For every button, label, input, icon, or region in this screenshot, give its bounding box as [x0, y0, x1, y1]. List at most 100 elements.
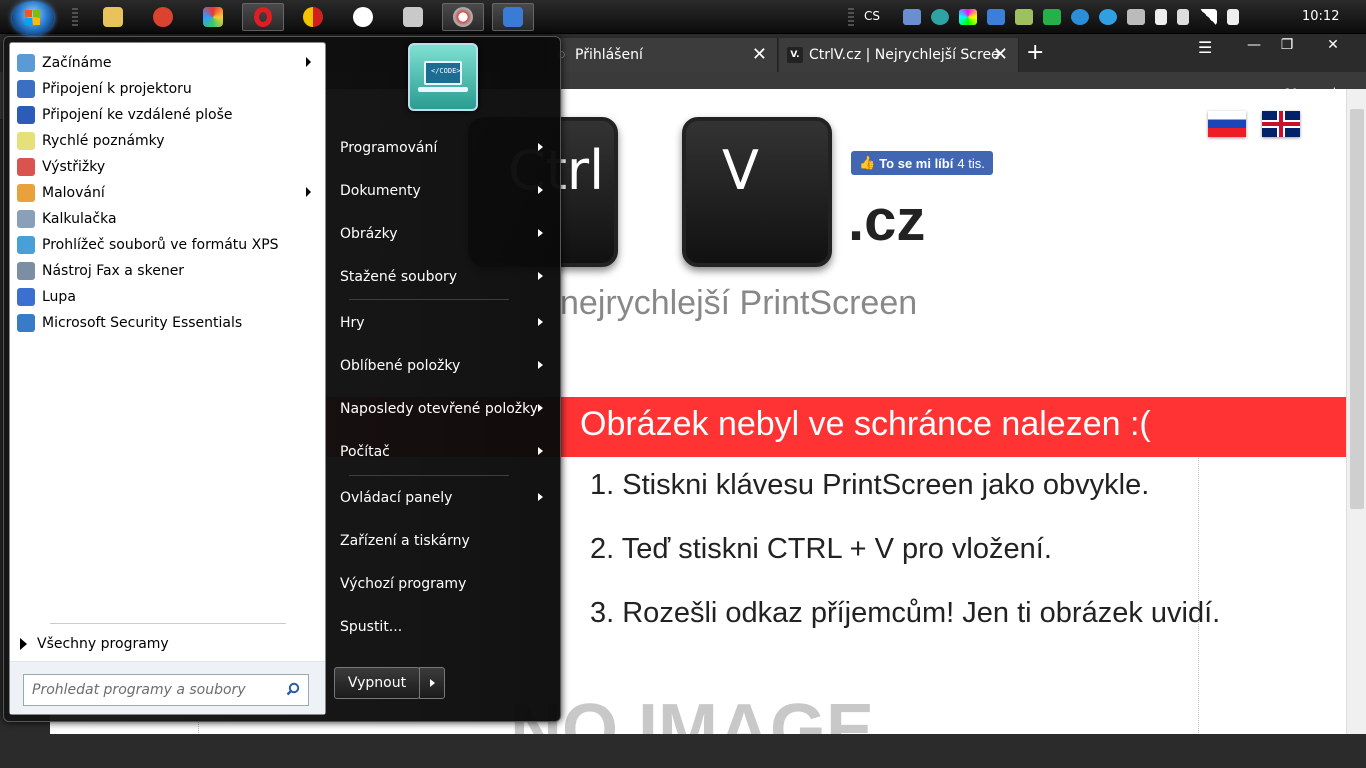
taskbar-app9[interactable] [492, 3, 534, 31]
color-app-icon[interactable] [959, 9, 977, 25]
clock[interactable]: 10:12 [1302, 9, 1339, 24]
instruction-step-2: 2. Teď stiskni CTRL + V pro vložení. [590, 533, 1052, 565]
display-icon[interactable] [1127, 9, 1145, 25]
submenu-arrow-icon [538, 143, 543, 151]
logo-tagline: nejrychlejší PrintScreen [560, 284, 918, 322]
globe-icon[interactable] [931, 9, 949, 25]
taskbar-app2[interactable] [142, 3, 184, 31]
program-item[interactable]: Malování [13, 180, 323, 206]
sticky-notes-icon [17, 132, 35, 150]
compass-icon [453, 7, 473, 27]
taskbar-app7[interactable] [392, 3, 434, 31]
start-place-item[interactable]: Hry [331, 303, 557, 343]
maximize-button[interactable]: ❐ [1272, 34, 1302, 56]
program-item[interactable]: Připojení ke vzdálené ploše [13, 102, 323, 128]
submenu-arrow-icon [538, 493, 543, 501]
scrollbar-thumb[interactable] [1350, 109, 1364, 509]
start-place-item[interactable]: Počítač [331, 432, 557, 472]
start-place-label: Programování [340, 140, 438, 156]
program-item[interactable]: Rychlé poznámky [13, 128, 323, 154]
close-tab-icon[interactable]: ✕ [993, 44, 1008, 65]
start-place-item[interactable]: Zařízení a tiskárny [331, 521, 557, 561]
start-place-item[interactable]: Oblíbené položky [331, 346, 557, 386]
tab-menu-icon[interactable]: ☰ [1198, 38, 1212, 57]
taskbar-explorer[interactable] [92, 3, 134, 31]
sync-icon[interactable] [1099, 9, 1117, 25]
fb-like-count: 4 tis. [957, 155, 985, 171]
program-label: Kalkulačka [42, 211, 117, 227]
start-place-item[interactable]: Výchozí programy [331, 564, 557, 604]
usb-icon[interactable] [1015, 9, 1033, 25]
start-place-item[interactable]: Stažené soubory [331, 257, 557, 297]
program-item[interactable]: Nástroj Fax a skener [13, 258, 323, 284]
close-window-button[interactable]: ✕ [1304, 34, 1362, 56]
v-key-image: V [682, 117, 832, 267]
submenu-arrow-icon [538, 272, 543, 280]
user-avatar[interactable]: </CODE> [408, 43, 478, 111]
submenu-arrow-icon [306, 57, 311, 67]
fb-like-label: To se mi líbí [879, 155, 954, 171]
program-item[interactable]: Začínáme [13, 50, 323, 76]
chart-app-icon[interactable] [987, 9, 1005, 25]
program-item[interactable]: Microsoft Security Essentials [13, 310, 323, 336]
start-place-item[interactable]: Obrázky [331, 214, 557, 254]
start-place-item[interactable]: Dokumenty [331, 171, 557, 211]
start-place-label: Hry [340, 315, 365, 331]
triangle-right-icon [20, 638, 27, 650]
windows-logo-icon [25, 10, 41, 26]
chevron-right-icon [430, 679, 435, 687]
tray-grip[interactable] [848, 8, 854, 26]
checkmark-icon[interactable] [1043, 9, 1061, 25]
language-indicator[interactable]: CS [864, 9, 880, 23]
all-programs-button[interactable]: Všechny programy [20, 632, 169, 656]
program-item[interactable]: Lupa [13, 284, 323, 310]
start-place-item[interactable]: Ovládací panely [331, 478, 557, 518]
yellow-red-app-icon [303, 7, 323, 27]
program-item[interactable]: Výstřižky [13, 154, 323, 180]
submenu-arrow-icon [538, 361, 543, 369]
flag-icon[interactable] [1155, 9, 1167, 25]
page-scrollbar[interactable] [1346, 89, 1366, 734]
taskbar-opera[interactable] [242, 3, 284, 31]
new-tab-button[interactable]: + [1026, 40, 1044, 65]
facebook-like-button[interactable]: 👍 To se mi líbí 4 tis. [851, 151, 993, 175]
taskbar-app6[interactable] [342, 3, 384, 31]
signal-icon[interactable] [1199, 9, 1217, 25]
fax-scanner-icon [17, 262, 35, 280]
start-place-label: Počítač [340, 444, 390, 460]
program-label: Microsoft Security Essentials [42, 315, 243, 331]
network-drive-icon[interactable] [903, 9, 921, 25]
shutdown-button[interactable]: Vypnout [334, 667, 420, 699]
v-key-label: V [722, 139, 759, 202]
start-search-input[interactable] [23, 674, 309, 706]
search-icon[interactable] [286, 682, 300, 696]
wifi-icon[interactable] [1071, 9, 1089, 25]
start-place-item[interactable]: Programování [331, 128, 557, 168]
program-item[interactable]: Prohlížeč souborů ve formátu XPS [13, 232, 323, 258]
taskbar-grip[interactable] [72, 8, 78, 26]
slovak-flag-icon[interactable] [1208, 111, 1246, 137]
uk-flag-icon[interactable] [1262, 111, 1300, 137]
start-button[interactable] [12, 1, 54, 35]
power-warning-icon[interactable] [1177, 9, 1189, 25]
start-place-item[interactable]: Naposledy otevřené položky [331, 389, 557, 429]
submenu-arrow-icon [538, 186, 543, 194]
tab-login[interactable]: ◐ Přihlášení ✕ [545, 38, 778, 72]
getting-started-icon [17, 54, 35, 72]
tab-ctrlv[interactable]: V. CtrlV.cz | Nejrychlejší Scree ✕ [779, 38, 1019, 72]
program-item[interactable]: Připojení k projektoru [13, 76, 323, 102]
taskbar-app8[interactable] [442, 3, 484, 31]
program-item[interactable]: Kalkulačka [13, 206, 323, 232]
instruction-step-1: 1. Stiskni klávesu PrintScreen jako obvy… [590, 469, 1150, 501]
start-place-item[interactable]: Spustit... [331, 607, 557, 647]
projector-icon [17, 80, 35, 98]
minimize-button[interactable]: — [1236, 34, 1272, 56]
taskbar-app3[interactable] [192, 3, 234, 31]
shutdown-options-button[interactable] [419, 667, 445, 699]
volume-icon[interactable] [1227, 9, 1239, 25]
submenu-arrow-icon [538, 229, 543, 237]
search-area [10, 661, 325, 714]
taskbar-app5[interactable] [292, 3, 334, 31]
start-menu-programs-pane: Začínáme Připojení k projektoru Připojení … [9, 42, 326, 715]
close-tab-icon[interactable]: ✕ [752, 44, 767, 65]
